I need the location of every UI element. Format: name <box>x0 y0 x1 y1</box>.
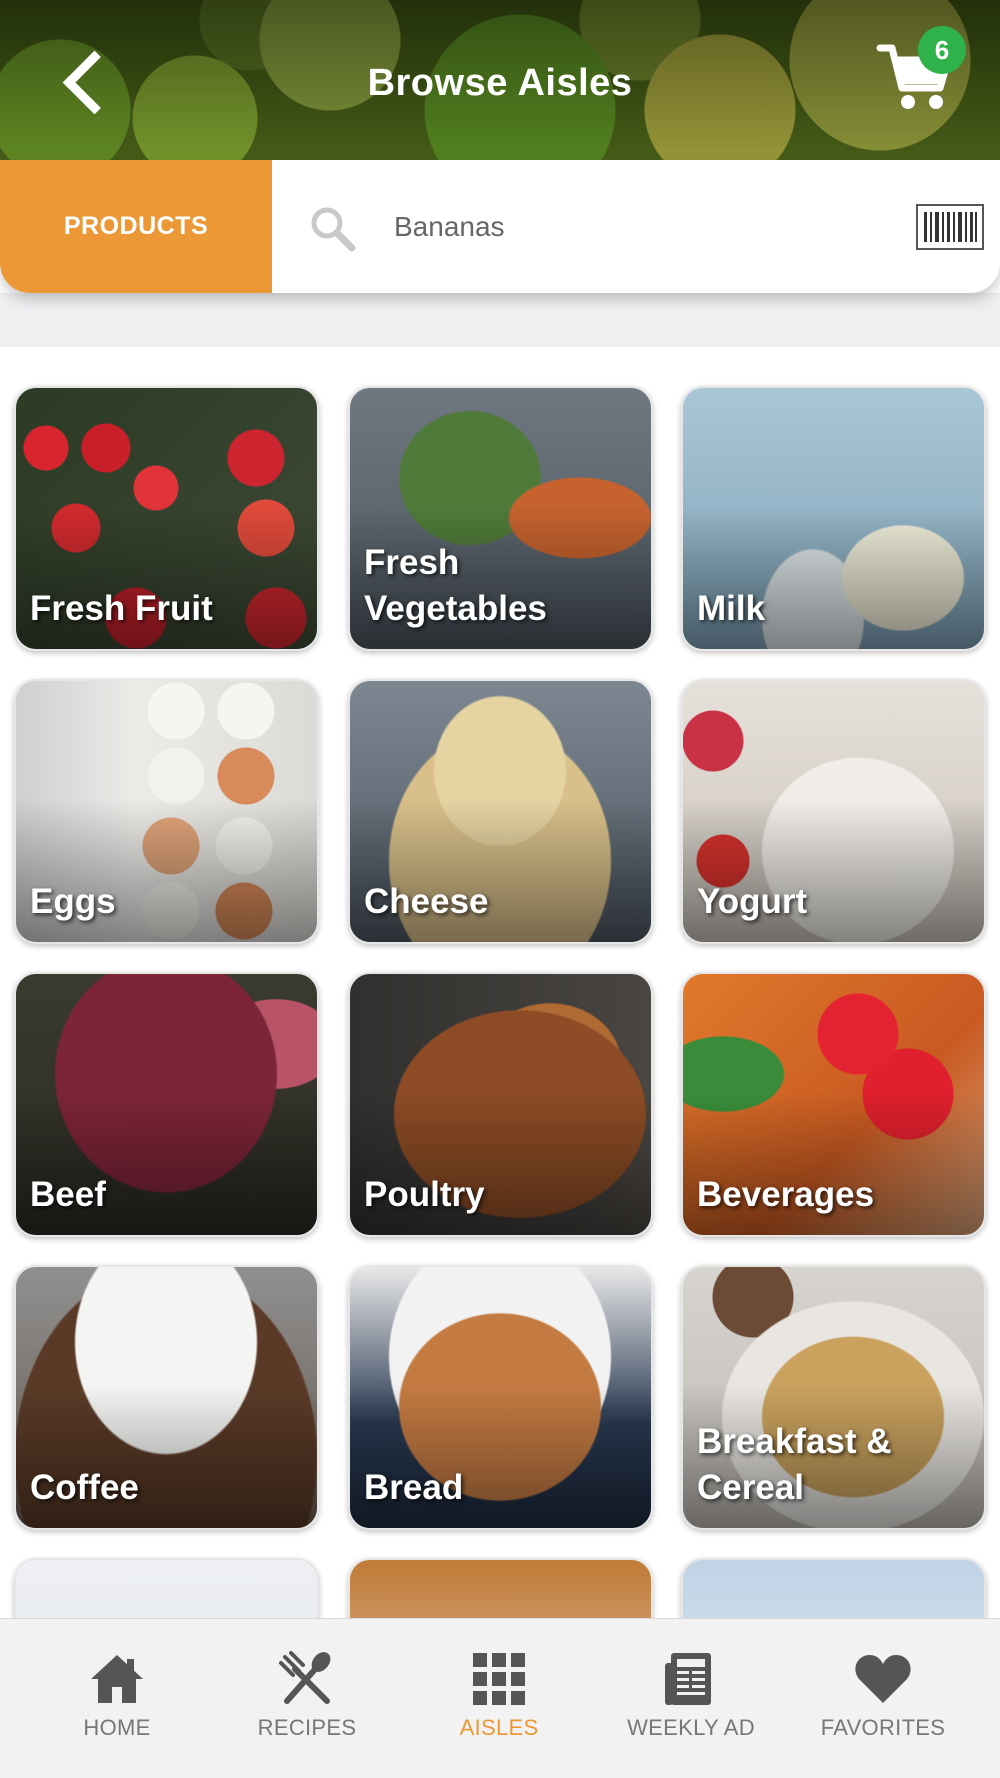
aisle-label: Cheese <box>364 881 489 921</box>
aisle-tile-eggs[interactable]: Eggs <box>14 679 319 944</box>
aisle-label: Bread <box>364 1467 464 1507</box>
aisle-label: Fresh Vegetables <box>364 543 547 628</box>
aisle-label: Coffee <box>30 1467 139 1507</box>
divider-strip <box>0 293 1000 347</box>
aisle-tile-fresh-fruit[interactable]: Fresh Fruit <box>14 386 319 651</box>
search-input[interactable] <box>394 200 864 254</box>
aisle-label: Beverages <box>697 1174 875 1214</box>
nav-label: WEEKLY AD <box>627 1715 755 1740</box>
barcode-scanner-icon[interactable] <box>916 204 984 250</box>
aisle-tile-breakfast-cereal[interactable]: Breakfast & Cereal <box>681 1265 986 1530</box>
nav-label: HOME <box>83 1715 151 1740</box>
aisle-tile-fresh-vegetables[interactable]: Fresh Vegetables <box>348 386 653 651</box>
aisle-tile-poultry[interactable]: Poultry <box>348 972 653 1237</box>
nav-aisles[interactable]: AISLES <box>404 1649 594 1759</box>
nav-favorites[interactable]: FAVORITES <box>788 1649 978 1759</box>
header-banner: Browse Aisles 6 <box>0 0 1000 160</box>
heart-icon <box>855 1655 911 1703</box>
aisle-label: Breakfast & Cereal <box>697 1422 892 1507</box>
nav-label: AISLES <box>459 1715 539 1740</box>
aisle-tile-beverages[interactable]: Beverages <box>681 972 986 1237</box>
aisle-tile-yogurt[interactable]: Yogurt <box>681 679 986 944</box>
page-title: Browse Aisles <box>367 62 633 104</box>
nav-weekly-ad[interactable]: WEEKLY AD <box>596 1649 786 1759</box>
aisle-label: Milk <box>697 588 766 628</box>
aisle-tile-cheese[interactable]: Cheese <box>348 679 653 944</box>
aisle-label: Yogurt <box>697 881 808 921</box>
aisle-tile-coffee[interactable]: Coffee <box>14 1265 319 1530</box>
aisle-tile-bread[interactable]: Bread <box>348 1265 653 1530</box>
newspaper-icon <box>665 1653 711 1705</box>
nav-home[interactable]: HOME <box>22 1649 212 1759</box>
bottom-nav: HOME RECIPES AISLES WEEKLY AD FAVORITES <box>0 1618 1000 1778</box>
nav-label: FAVORITES <box>820 1715 946 1740</box>
cart-count-badge: 6 <box>918 26 966 74</box>
aisle-tile-beef[interactable]: Beef <box>14 972 319 1237</box>
nav-label: RECIPES <box>257 1715 357 1740</box>
aisle-label: Poultry <box>364 1174 485 1214</box>
aisle-label: Eggs <box>30 881 116 921</box>
home-icon <box>91 1655 143 1703</box>
aisle-label: Beef <box>30 1174 106 1214</box>
grid-icon <box>473 1653 525 1705</box>
aisle-tile-milk[interactable]: Milk <box>681 386 986 651</box>
search-icon <box>311 207 356 252</box>
search-bar: PRODUCTS <box>0 160 1000 293</box>
utensils-icon <box>279 1651 331 1704</box>
nav-recipes[interactable]: RECIPES <box>212 1649 402 1759</box>
products-tab[interactable]: PRODUCTS <box>0 160 272 293</box>
aisle-label: Fresh Fruit <box>30 588 213 628</box>
